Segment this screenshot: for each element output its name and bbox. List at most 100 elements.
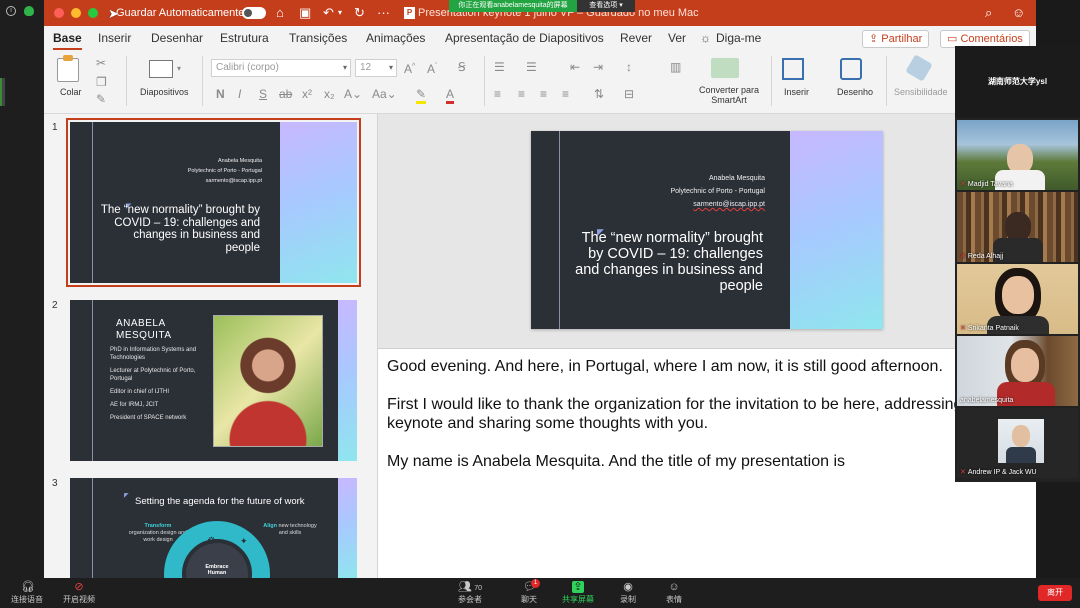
video-tile[interactable]: ✕ Reda Alhajj (957, 192, 1078, 262)
reactions-button[interactable]: ☺ 表情 (649, 581, 699, 605)
start-video-button[interactable]: ⊘ 开启视频 (54, 581, 104, 605)
shrink-font-icon[interactable]: Aˇ (427, 60, 437, 76)
participants-button[interactable]: 👥︎ 70 参会者 (445, 581, 495, 605)
redo-icon[interactable]: ↻ (354, 5, 365, 21)
copy-icon[interactable]: ❐ (96, 75, 107, 89)
list-item: Lecturer at Polytechnic of Porto, Portug… (110, 368, 196, 382)
tab-inserir[interactable]: Inserir (98, 31, 131, 45)
align-right-icon[interactable]: ≡ (540, 87, 547, 101)
record-label: 录制 (620, 595, 636, 604)
shield-icon[interactable] (24, 6, 34, 16)
drawing-label[interactable]: Desenho (837, 87, 873, 97)
video-tile[interactable]: ✕ Andrew IP & Jack WU (957, 408, 1078, 478)
slide-title: The “new normality” brought by COVID – 1… (100, 204, 260, 254)
font-name-dropdown-icon: ▾ (342, 63, 347, 72)
window-close-button[interactable] (54, 8, 64, 18)
window-maximize-button[interactable] (88, 8, 98, 18)
save-icon[interactable]: ▣ (299, 5, 311, 21)
slide-author-block: Anabela Mesquita Polytechnic of Porto - … (188, 156, 262, 186)
line-spacing-icon[interactable]: ↕ (626, 60, 632, 74)
clipboard-clip-icon (63, 55, 73, 61)
font-color-icon[interactable]: A (446, 87, 455, 104)
smiley-icon[interactable]: ☺ (1012, 5, 1025, 21)
align-left-icon[interactable]: ≡ (494, 87, 501, 101)
tab-desenhar[interactable]: Desenhar (151, 31, 203, 45)
comments-button-label: Comentários (960, 33, 1023, 45)
video-tile[interactable]: ✕ Srikanta Patnaik (957, 264, 1078, 334)
convert-smartart-label[interactable]: Converter para SmartArt (696, 85, 762, 105)
slides-label[interactable]: Diapositivos (140, 87, 189, 97)
highlight-icon[interactable]: ✎ (416, 87, 427, 104)
insert-shape-icon[interactable] (782, 58, 804, 80)
info-icon[interactable]: i (6, 6, 16, 16)
undo-dropdown-icon[interactable]: ▾ (338, 5, 342, 21)
join-audio-button[interactable]: 🎧︎ 连接语音 (2, 581, 52, 605)
new-slide-dropdown-icon[interactable]: ▾ (177, 62, 181, 76)
video-tile[interactable]: ✕ Madjid Tavana (957, 120, 1078, 190)
side-handle[interactable] (0, 78, 5, 106)
font-size-select[interactable]: 12 ▾ (355, 59, 397, 77)
justify-icon[interactable]: ≡ (562, 87, 569, 101)
ribbon: Colar ✂ ❐ ✎ ▾ Diapositivos Calibri (corp… (44, 50, 1036, 114)
new-slide-icon[interactable] (149, 60, 173, 78)
record-button[interactable]: ◉ 录制 (603, 581, 653, 605)
share-screen-button[interactable]: ⇪ 共享屏幕 (553, 581, 603, 605)
view-options-button[interactable]: 查看选项 ▾ (577, 0, 635, 12)
notes-paragraph: Good evening. And here, in Portugal, whe… (387, 358, 943, 375)
numbering-icon[interactable]: ☰ (526, 60, 537, 74)
paste-icon[interactable] (57, 58, 79, 82)
strikethrough-icon[interactable]: ab (279, 87, 292, 101)
format-painter-icon[interactable]: ✎ (96, 92, 106, 106)
increase-indent-icon[interactable]: ⇥ (593, 60, 603, 74)
smartart-icon[interactable] (711, 58, 739, 78)
slide-thumbnail-1[interactable]: Anabela Mesquita Polytechnic of Porto - … (66, 118, 361, 287)
tell-me-search[interactable]: Diga-me (716, 31, 761, 45)
bold-icon[interactable]: N (216, 87, 225, 101)
text-direction-icon[interactable]: ⇅ (594, 87, 604, 101)
share-button[interactable]: ⇪ Partilhar (862, 30, 930, 48)
tab-base[interactable]: Base (53, 31, 82, 51)
menu-bar: Base Inserir Desenhar Estrutura Transiçõ… (44, 26, 1036, 51)
home-icon[interactable]: ⌂ (276, 5, 284, 21)
tab-transicoes[interactable]: Transições (289, 31, 347, 45)
autosave-toggle[interactable] (242, 7, 266, 19)
slide-thumbnail-3[interactable]: ◤ Setting the agenda for the future of w… (70, 478, 357, 578)
search-icon[interactable]: ⌕ (985, 5, 992, 21)
drawing-icon[interactable] (840, 58, 862, 80)
font-name-select[interactable]: Calibri (corpo) ▾ (211, 59, 351, 77)
italic-icon[interactable]: I (238, 87, 241, 101)
cut-icon[interactable]: ✂ (96, 56, 106, 70)
slide-thumbnail-2[interactable]: ANABELA MESQUITA PhD in Information Syst… (70, 300, 357, 461)
headphones-icon: 🎧︎ (21, 581, 35, 593)
subscript-icon[interactable]: x₂ (324, 87, 335, 101)
tab-apresentacao[interactable]: Apresentação de Diapositivos (445, 31, 604, 45)
clear-format-icon[interactable]: Ꞩ (458, 60, 466, 74)
undo-icon[interactable]: ↶ (323, 5, 334, 21)
sensitivity-label[interactable]: Sensibilidade (894, 87, 948, 97)
tab-ver[interactable]: Ver (668, 31, 686, 45)
insert-label[interactable]: Inserir (784, 87, 809, 97)
change-case-icon[interactable]: Aa⌄ (372, 87, 397, 101)
sensitivity-icon[interactable] (905, 54, 933, 82)
text-effects-icon[interactable]: A⌄ (344, 87, 362, 101)
tab-rever[interactable]: Rever (620, 31, 652, 45)
leave-button[interactable]: 离开 (1038, 585, 1072, 601)
align-center-icon[interactable]: ≡ (518, 87, 525, 101)
decrease-indent-icon[interactable]: ⇤ (570, 60, 580, 74)
superscript-icon[interactable]: x² (302, 87, 312, 101)
list-item: PhD in Information Systems and Technolog… (110, 347, 197, 361)
grow-font-icon[interactable]: A^ (404, 60, 415, 76)
video-tile[interactable]: anabelamesquita (957, 336, 1078, 406)
paste-label[interactable]: Colar (60, 87, 82, 97)
chat-button[interactable]: 💬︎ 聊天 1 (504, 579, 554, 605)
main-slide-canvas[interactable]: Anabela Mesquita Polytechnic of Porto - … (531, 131, 883, 329)
window-minimize-button[interactable] (71, 8, 81, 18)
tab-estrutura[interactable]: Estrutura (220, 31, 269, 45)
underline-icon[interactable]: S (259, 87, 267, 101)
speaker-notes[interactable]: Good evening. And here, in Portugal, whe… (378, 348, 1036, 578)
align-text-icon[interactable]: ⊟ (624, 87, 634, 101)
tab-animacoes[interactable]: Animações (366, 31, 425, 45)
columns-icon[interactable]: ▥ (670, 60, 681, 74)
bullets-icon[interactable]: ☰ (494, 60, 505, 74)
more-icon[interactable]: ··· (377, 5, 390, 21)
